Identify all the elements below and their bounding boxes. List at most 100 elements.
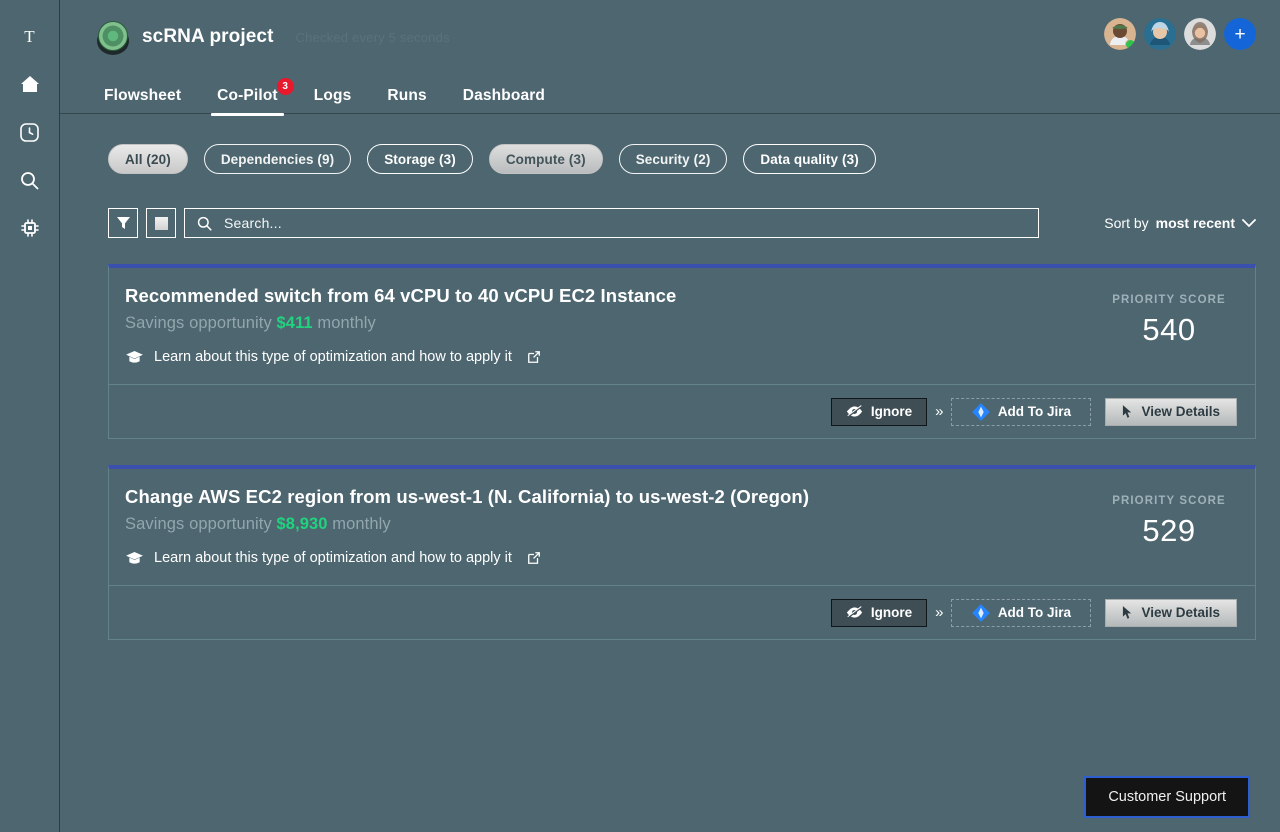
savings-line: Savings opportunity $411 monthly [125,314,1085,333]
recommendation-actions: Ignore » Add To Jira View Details [109,385,1255,438]
priority-score-label: PRIORITY SCORE [1112,294,1226,306]
graduation-cap-icon [126,350,143,363]
add-to-jira-label: Add To Jira [997,605,1072,620]
chip-security[interactable]: Security (2) [618,144,728,174]
sort-by-dropdown[interactable]: Sort by most recent [1084,215,1256,231]
chip-icon[interactable] [16,214,44,242]
left-sidebar: T [0,0,60,832]
view-details-button[interactable]: View Details [1105,598,1237,627]
tab-label: Co-Pilot [217,87,278,104]
jira-icon [971,402,990,421]
priority-score-value: 540 [1142,312,1196,347]
home-icon[interactable] [16,70,44,98]
tab-dashboard[interactable]: Dashboard [445,87,563,114]
recommendation-main: Recommended switch from 64 vCPU to 40 vC… [125,284,1085,365]
jira-icon [971,603,990,622]
app-window: T scRNA project Checked every 5 seconds … [0,0,1280,832]
savings-amount: $8,930 [276,515,328,534]
priority-score-value: 529 [1142,513,1196,548]
chip-all[interactable]: All (20) [108,144,188,174]
avatar[interactable] [1104,18,1136,50]
chip-storage[interactable]: Storage (3) [367,144,473,174]
tab-label: Logs [313,87,352,104]
tab-runs[interactable]: Runs [369,87,444,114]
add-member-button[interactable]: + [1224,18,1256,50]
nav-tabs: Flowsheet Co-Pilot 3 Logs Runs Dashboard [96,74,1256,116]
search-icon [197,216,212,231]
savings-prefix: Savings opportunity [125,314,272,333]
external-link-icon [527,350,541,364]
chip-data-quality[interactable]: Data quality (3) [743,144,876,174]
tab-label: Flowsheet [104,87,182,104]
add-to-jira-button[interactable]: Add To Jira [951,598,1092,627]
recommendation-body: Change AWS EC2 region from us-west-1 (N.… [109,469,1255,586]
recommendation-body: Recommended switch from 64 vCPU to 40 vC… [109,268,1255,385]
tab-label: Dashboard [462,87,546,104]
chip-dependencies[interactable]: Dependencies (9) [203,144,352,174]
letter-t-icon[interactable]: T [16,22,44,50]
category-filter-chips: All (20) Dependencies (9) Storage (3) Co… [108,144,1256,174]
savings-prefix: Savings opportunity [125,515,272,534]
ignore-button[interactable]: Ignore [830,598,928,627]
tab-flowsheet[interactable]: Flowsheet [96,87,199,114]
graduation-cap-icon [126,551,143,564]
eye-off-icon [846,405,862,418]
content-area: All (20) Dependencies (9) Storage (3) Co… [60,114,1280,832]
header-top-row: scRNA project Checked every 5 seconds + [96,0,1256,74]
view-details-label: View Details [1141,605,1220,620]
recommendation-actions: Ignore » Add To Jira View Details [109,586,1255,639]
view-details-button[interactable]: View Details [1105,397,1237,426]
checked-status-note: Checked every 5 seconds [295,29,450,45]
ignore-button[interactable]: Ignore [830,397,928,426]
funnel-icon[interactable] [108,208,138,238]
ignore-label: Ignore [870,605,913,620]
priority-score: PRIORITY SCORE 529 [1085,485,1235,549]
learn-more-label: Learn about this type of optimization an… [154,349,512,366]
main-area: scRNA project Checked every 5 seconds + … [60,0,1280,832]
project-logo-icon [96,20,130,55]
avatar[interactable] [1184,18,1216,50]
savings-line: Savings opportunity $8,930 monthly [125,515,1085,534]
priority-score: PRIORITY SCORE 540 [1085,284,1235,348]
search-toolbar: Sort by most recent [108,208,1256,238]
cursor-icon [1123,606,1132,619]
chip-compute[interactable]: Compute (3) [488,144,603,174]
tab-logs[interactable]: Logs [296,87,370,114]
customer-support-button[interactable]: Customer Support [1084,776,1250,818]
recommendation-card: Recommended switch from 64 vCPU to 40 vC… [108,264,1256,439]
add-to-jira-button[interactable]: Add To Jira [951,397,1092,426]
expand-chevrons-icon[interactable]: » [927,604,951,621]
cursor-icon [1123,405,1132,418]
search-input[interactable] [224,215,1026,231]
search-field-wrapper[interactable] [184,208,1039,238]
external-link-icon [527,551,541,565]
eye-off-icon [846,606,862,619]
expand-chevrons-icon[interactable]: » [927,403,951,420]
sort-value-label: most recent [1155,215,1235,231]
app-header: scRNA project Checked every 5 seconds + … [60,0,1280,116]
recommendation-card: Change AWS EC2 region from us-west-1 (N.… [108,465,1256,640]
tab-co-pilot[interactable]: Co-Pilot 3 [199,78,296,116]
add-to-jira-label: Add To Jira [997,404,1072,419]
sort-prefix-label: Sort by [1104,215,1149,231]
savings-suffix: monthly [317,314,376,333]
history-clock-icon[interactable] [16,118,44,146]
learn-more-label: Learn about this type of optimization an… [154,550,512,567]
recommendation-title: Recommended switch from 64 vCPU to 40 vC… [125,285,677,306]
savings-suffix: monthly [332,515,391,534]
search-icon[interactable] [16,166,44,194]
avatar[interactable] [1144,18,1176,50]
square-icon[interactable] [146,208,176,238]
ignore-label: Ignore [870,404,913,419]
chevron-down-icon [1242,218,1256,227]
learn-more-link[interactable]: Learn about this type of optimization an… [125,550,1085,566]
tab-label: Runs [387,87,427,104]
learn-more-link[interactable]: Learn about this type of optimization an… [125,349,1085,365]
project-title: scRNA project [142,26,274,47]
view-details-label: View Details [1141,404,1220,419]
savings-amount: $411 [276,314,313,333]
online-status-dot [1125,39,1136,50]
tab-badge-count: 3 [276,78,294,95]
recommendation-main: Change AWS EC2 region from us-west-1 (N.… [125,485,1085,566]
member-avatars: + [1104,18,1256,50]
